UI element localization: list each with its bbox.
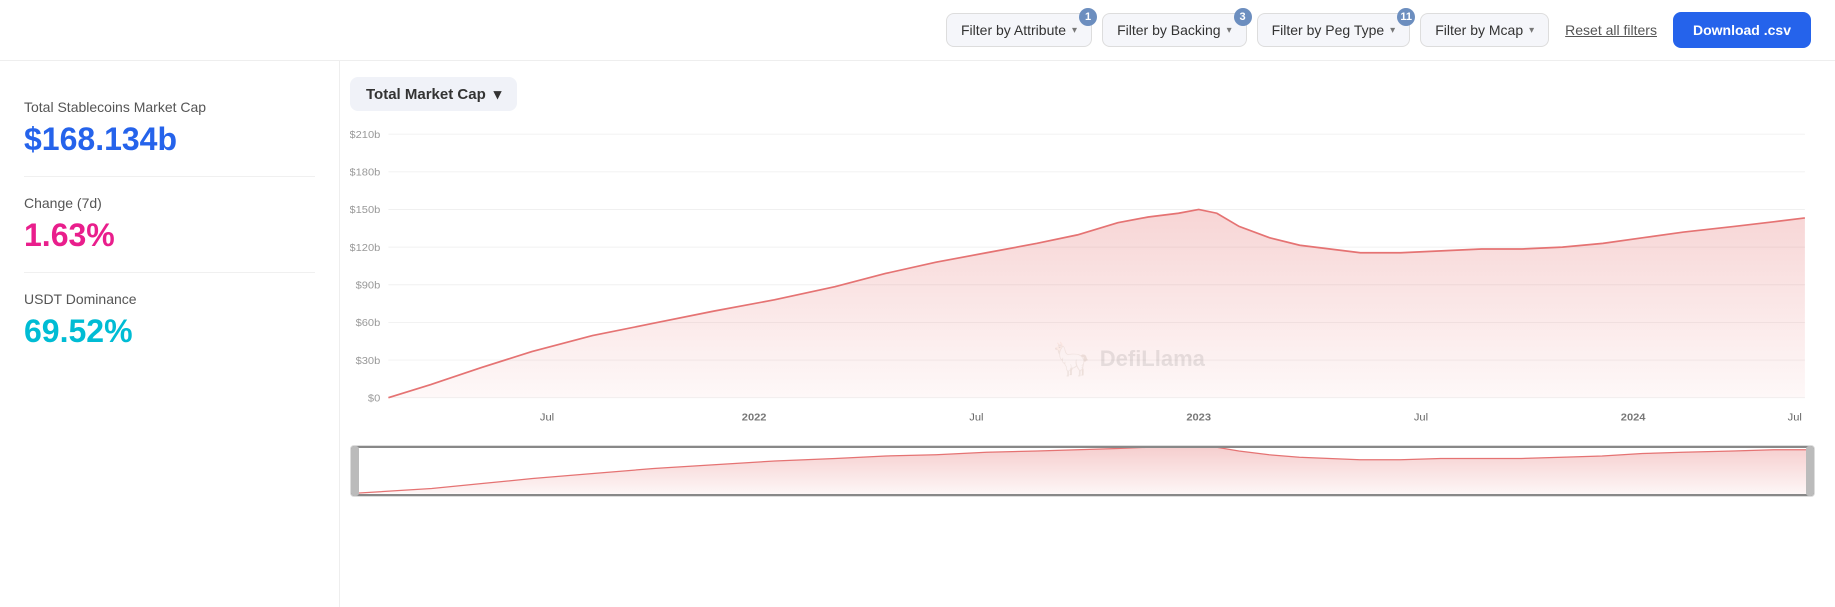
main-chart-svg: $210b $180b $150b $120b $90b $60b $30b $…: [350, 121, 1815, 441]
download-csv-button[interactable]: Download .csv: [1673, 12, 1811, 48]
minimap-left-handle[interactable]: [351, 446, 359, 496]
x-label-jul-2022: Jul: [969, 412, 983, 424]
y-label-150: $150b: [350, 205, 380, 217]
x-label-2022: 2022: [742, 412, 767, 424]
filter-attribute-button[interactable]: Filter by Attribute ▾ 1: [946, 13, 1092, 47]
filter-backing-label: Filter by Backing: [1117, 22, 1220, 38]
x-label-2023: 2023: [1186, 412, 1211, 424]
chevron-down-icon-4: ▾: [1529, 25, 1534, 36]
filter-attribute-badge: 1: [1079, 8, 1097, 26]
minimap-right-handle[interactable]: [1806, 446, 1814, 496]
usdt-dominance-label: USDT Dominance: [24, 291, 315, 307]
chart-area: Total Market Cap ▾ 🦙 DefiLlama $210b $18…: [340, 61, 1835, 607]
chevron-down-icon-2: ▾: [1227, 25, 1232, 36]
filter-pegtype-badge: 11: [1397, 8, 1415, 26]
x-label-2024: 2024: [1621, 412, 1646, 424]
top-bar: Filter by Attribute ▾ 1 Filter by Backin…: [0, 0, 1835, 61]
filter-pegtype-button[interactable]: Filter by Peg Type ▾ 11: [1257, 13, 1411, 47]
chevron-down-icon: ▾: [1072, 25, 1077, 36]
filter-backing-button[interactable]: Filter by Backing ▾ 3: [1102, 13, 1247, 47]
y-label-210: $210b: [350, 129, 380, 141]
filter-attribute-label: Filter by Attribute: [961, 22, 1066, 38]
filter-pegtype-label: Filter by Peg Type: [1272, 22, 1385, 38]
filter-backing-badge: 3: [1234, 8, 1252, 26]
chart-container: 🦙 DefiLlama $210b $180b $150b $120b $90b…: [350, 121, 1815, 597]
minimap-selection[interactable]: [351, 446, 1814, 496]
chevron-down-icon-chart: ▾: [494, 85, 502, 103]
filter-mcap-button[interactable]: Filter by Mcap ▾: [1420, 13, 1549, 47]
y-label-30: $30b: [356, 355, 381, 367]
total-market-cap-value: $168.134b: [24, 121, 315, 158]
reset-filters-button[interactable]: Reset all filters: [1559, 14, 1663, 46]
x-label-jul-2021: Jul: [540, 412, 554, 424]
y-label-90: $90b: [356, 280, 381, 292]
main-content: Total Stablecoins Market Cap $168.134b C…: [0, 61, 1835, 607]
x-label-jul-2024: Jul: [1788, 412, 1802, 424]
y-label-60: $60b: [356, 318, 381, 330]
total-market-cap-label: Total Stablecoins Market Cap: [24, 99, 315, 115]
total-market-cap-card: Total Stablecoins Market Cap $168.134b: [24, 81, 315, 177]
chart-selector-label: Total Market Cap: [366, 86, 486, 103]
chart-selector-button[interactable]: Total Market Cap ▾: [350, 77, 517, 111]
change-7d-value: 1.63%: [24, 217, 315, 254]
y-label-120: $120b: [350, 242, 380, 254]
minimap-container[interactable]: [350, 445, 1815, 497]
usdt-dominance-value: 69.52%: [24, 313, 315, 350]
change-7d-label: Change (7d): [24, 195, 315, 211]
sidebar: Total Stablecoins Market Cap $168.134b C…: [0, 61, 340, 607]
y-label-180: $180b: [350, 167, 380, 179]
y-label-0: $0: [368, 393, 380, 405]
chart-header: Total Market Cap ▾: [350, 77, 1815, 111]
chart-area-fill: [388, 209, 1805, 397]
x-label-jul-2023: Jul: [1414, 412, 1428, 424]
chevron-down-icon-3: ▾: [1390, 25, 1395, 36]
usdt-dominance-card: USDT Dominance 69.52%: [24, 273, 315, 368]
change-7d-card: Change (7d) 1.63%: [24, 177, 315, 273]
filter-mcap-label: Filter by Mcap: [1435, 22, 1523, 38]
